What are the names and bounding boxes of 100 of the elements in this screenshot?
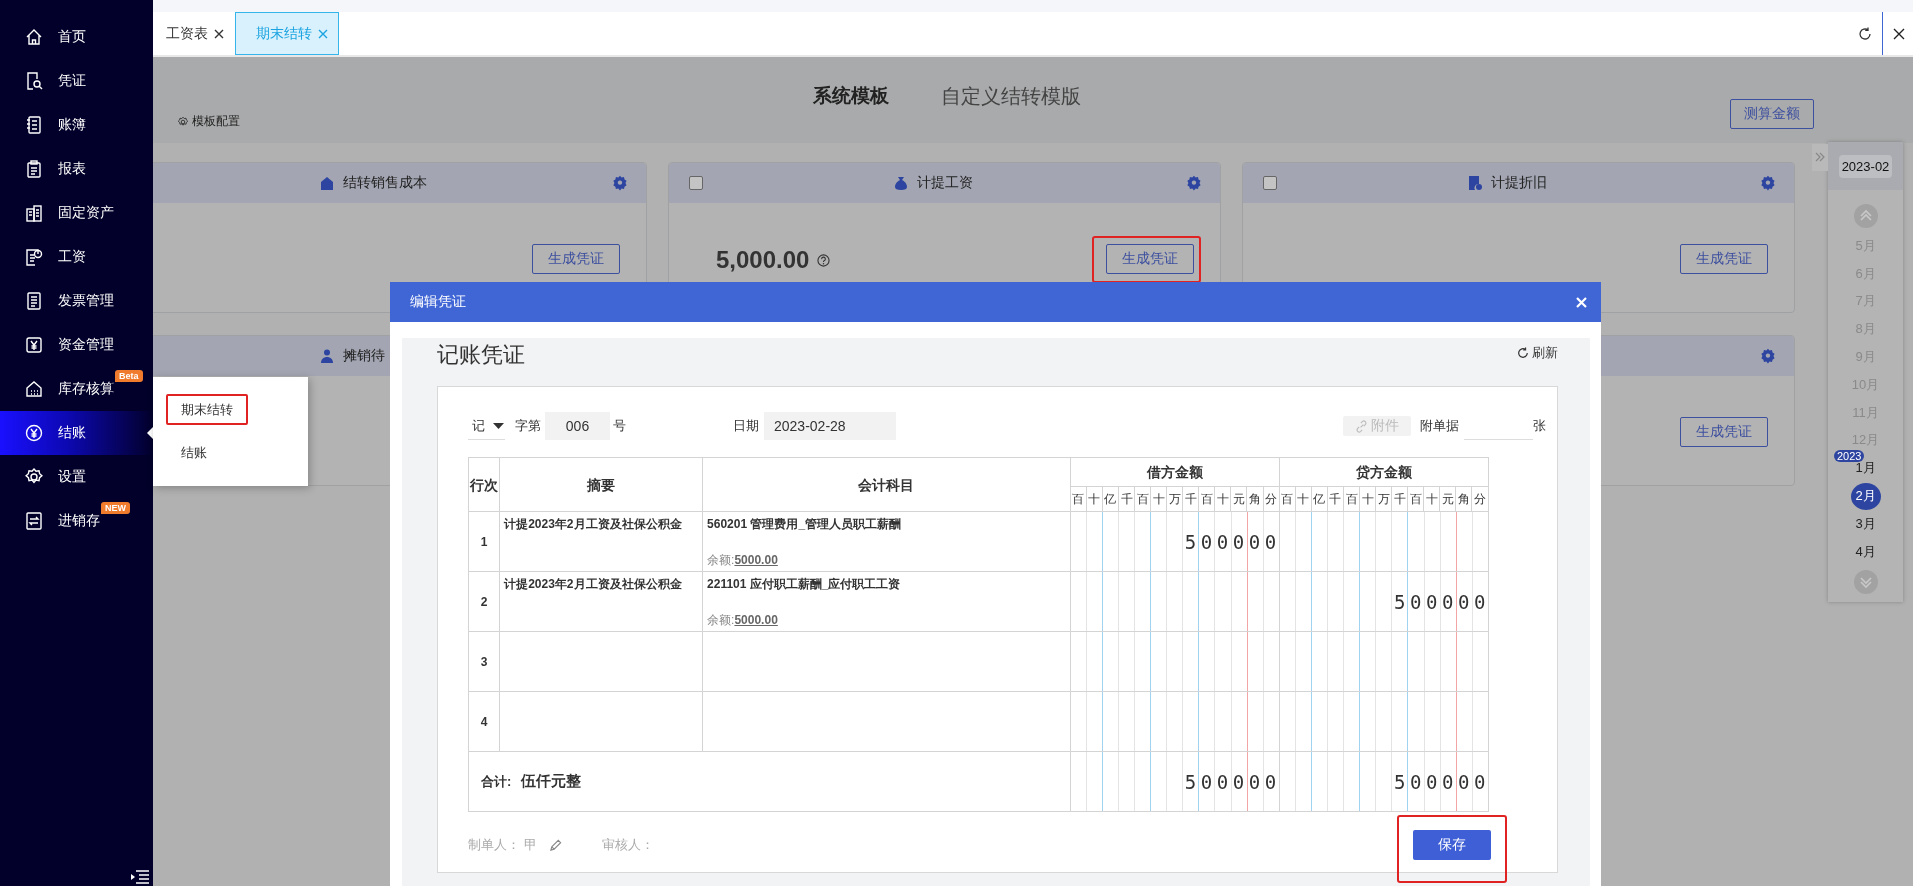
column-header: 借方金额: [1070, 457, 1280, 487]
close-icon[interactable]: [1893, 27, 1905, 40]
pencil-icon[interactable]: [549, 838, 562, 852]
sheet-unit-label: 张: [1533, 417, 1546, 435]
building-icon: [24, 203, 44, 223]
sidebar-item[interactable]: 工资: [0, 235, 153, 279]
sidebar-item[interactable]: 首页: [0, 15, 153, 59]
page-tab[interactable]: 工资表: [153, 12, 235, 55]
debit-amount[interactable]: 500000: [1184, 534, 1281, 549]
maker-name: 甲: [524, 836, 537, 854]
unit-label: 十: [1150, 486, 1167, 512]
generate-voucher-button[interactable]: 生成凭证: [1680, 417, 1768, 447]
sidebar-item[interactable]: 结账: [0, 411, 153, 455]
amount-value: 5,000.00: [716, 246, 810, 274]
yen-circle-icon: [24, 423, 44, 443]
sidebar-item[interactable]: 固定资产: [0, 191, 153, 235]
unit-label: 千: [1391, 486, 1408, 512]
unit-label: 十: [1423, 486, 1440, 512]
unit-label: 元: [1230, 486, 1247, 512]
current-period[interactable]: 2023-02: [1838, 154, 1893, 178]
document-coin-icon: [24, 247, 44, 267]
date-label: 日期: [733, 417, 759, 435]
generate-voucher-button[interactable]: 生成凭证: [532, 244, 620, 274]
credit-amount[interactable]: 500000: [1394, 594, 1490, 609]
refresh-icon: [1517, 347, 1529, 359]
debit-total: 500000: [1184, 774, 1281, 789]
total-in-words: 伍仟元整: [521, 772, 582, 789]
month-item[interactable]: 2月: [1850, 482, 1881, 510]
unit-label: 百: [1070, 486, 1087, 512]
number-suffix-label: 号: [613, 417, 626, 435]
yen-icon: [24, 335, 44, 355]
money-bag-icon: [893, 175, 909, 191]
template-tab[interactable]: 自定义结转模版: [941, 83, 1081, 110]
unit-label: 角: [1246, 486, 1264, 512]
help-icon[interactable]: [817, 253, 831, 267]
template-tab[interactable]: 系统模板: [813, 83, 889, 110]
checkbox[interactable]: [1263, 176, 1277, 190]
month-item[interactable]: 4月: [1850, 538, 1881, 566]
unit-label: 十: [1214, 486, 1231, 512]
account-text[interactable]: 221101 应付职工薪酬_应付职工工资: [707, 577, 901, 591]
sidebar-item[interactable]: 账簿: [0, 103, 153, 147]
template-config-link[interactable]: 模板配置: [177, 113, 240, 130]
refresh-link[interactable]: 刷新: [1517, 344, 1558, 362]
unit-label: 元: [1439, 486, 1456, 512]
clipboard-icon: [24, 159, 44, 179]
document-search-icon: [24, 71, 44, 91]
account-text[interactable]: 560201 管理费用_管理人员职工薪酬: [707, 517, 902, 531]
settings-icon[interactable]: [1760, 348, 1776, 364]
notebook-icon: [24, 115, 44, 135]
menu-collapse-icon[interactable]: [130, 870, 150, 884]
column-header: 摘要: [499, 457, 703, 512]
credit-total: 500000: [1394, 774, 1490, 789]
card-title: 计提工资: [917, 174, 973, 192]
unit-label: 分: [1471, 486, 1489, 512]
dialog-title: 编辑凭证: [410, 293, 466, 311]
card-title: 计提折旧: [1491, 174, 1547, 192]
submenu-item[interactable]: 期末结转: [166, 394, 248, 425]
balance-text: 余额:5000.00: [707, 613, 778, 627]
home-icon: [24, 27, 44, 47]
settings-icon: [177, 115, 189, 128]
save-button[interactable]: 保存: [1413, 830, 1491, 860]
checkbox[interactable]: [689, 176, 703, 190]
maker-label: 制单人：: [468, 836, 520, 854]
unit-label: 十: [1086, 486, 1103, 512]
balance-text: 余额:5000.00: [707, 553, 778, 567]
sidebar-item[interactable]: 资金管理: [0, 323, 153, 367]
card-title: 结转销售成本: [343, 174, 427, 192]
row-number: 4: [468, 691, 500, 752]
settings-icon[interactable]: [612, 175, 628, 191]
unit-label: 十: [1295, 486, 1312, 512]
unit-label: 百: [1279, 486, 1296, 512]
row-number: 2: [468, 571, 500, 632]
number-field[interactable]: 006: [545, 412, 610, 440]
sidebar-item[interactable]: 进销存 NEW: [0, 499, 153, 543]
submenu-item[interactable]: 结账: [166, 437, 222, 468]
sidebar-item[interactable]: 报表: [0, 147, 153, 191]
settings-icon[interactable]: [1186, 175, 1202, 191]
attached-docs-label: 附单据: [1420, 417, 1459, 435]
column-header: 行次: [468, 457, 500, 512]
sidebar-item[interactable]: 设置: [0, 455, 153, 499]
unit-label: 千: [1118, 486, 1135, 512]
refresh-icon[interactable]: [1858, 26, 1872, 41]
month-item[interactable]: 3月: [1850, 510, 1881, 538]
close-icon[interactable]: [214, 28, 224, 39]
sidebar-item[interactable]: 凭证: [0, 59, 153, 103]
settings-icon[interactable]: [1760, 175, 1776, 191]
unit-label: 千: [1327, 486, 1344, 512]
date-field[interactable]: 2023-02-28: [764, 412, 896, 440]
generate-voucher-button[interactable]: 生成凭证: [1680, 244, 1768, 274]
transfer-icon: [24, 511, 44, 531]
house-icon: [319, 175, 335, 191]
card-title: 摊销待: [343, 347, 385, 365]
voucher-type-select[interactable]: 记: [468, 412, 505, 440]
year-badge: 2023: [1834, 450, 1865, 463]
caret-icon: [493, 422, 504, 429]
unit-label: 万: [1166, 486, 1183, 512]
sidebar-item[interactable]: 发票管理: [0, 279, 153, 323]
sidebar-item[interactable]: 库存核算 Beta: [0, 367, 153, 411]
row-number: 1: [468, 511, 500, 572]
generate-voucher-button[interactable]: 生成凭证: [1106, 244, 1194, 274]
